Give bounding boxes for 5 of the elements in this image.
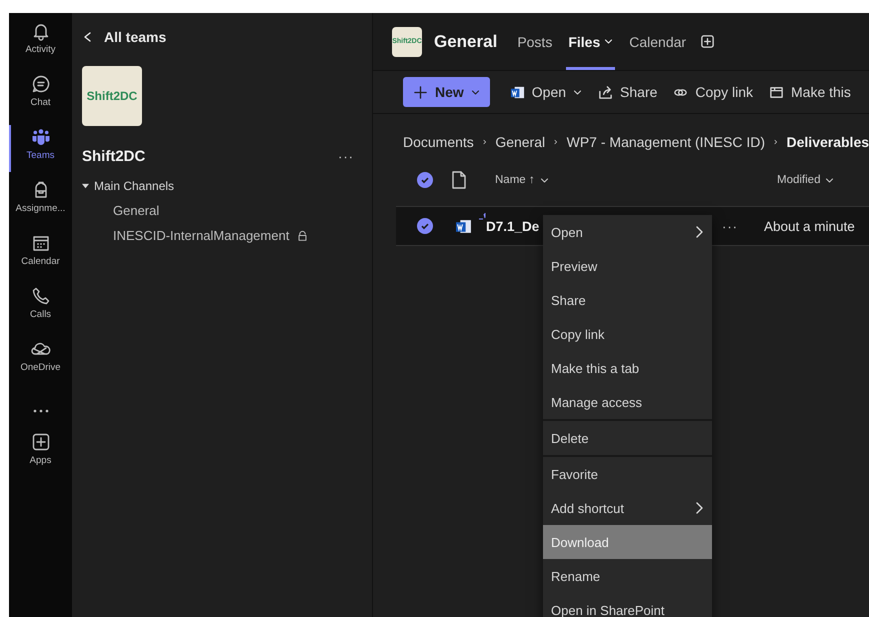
team-name: Shift2DC bbox=[82, 148, 146, 165]
channel-title: General bbox=[434, 32, 498, 52]
team-logo: Shift2DC bbox=[82, 66, 142, 126]
modified-cell: About a minute bbox=[764, 218, 855, 234]
section-label: Main Channels bbox=[94, 179, 174, 193]
